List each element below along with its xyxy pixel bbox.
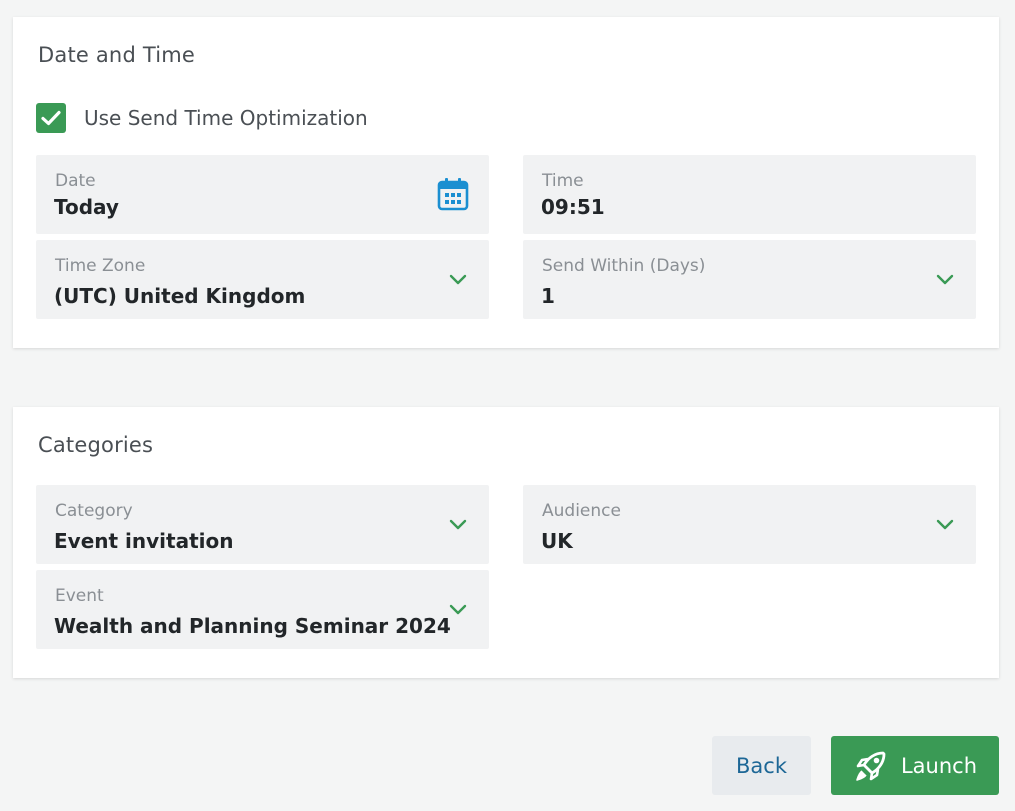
checkmark-icon <box>41 110 61 126</box>
date-time-section: Date and Time Use Send Time Optimization… <box>13 17 999 348</box>
chevron-down-icon <box>449 604 467 615</box>
time-zone-select[interactable]: Time Zone (UTC) United Kingdom <box>36 240 489 319</box>
section-title-categories: Categories <box>38 433 154 457</box>
send-time-optimization-checkbox[interactable] <box>36 103 66 133</box>
event-label: Event <box>55 586 104 606</box>
send-time-optimization-row[interactable]: Use Send Time Optimization <box>36 103 368 133</box>
time-zone-label: Time Zone <box>55 256 146 276</box>
send-within-days-select[interactable]: Send Within (Days) 1 <box>523 240 976 319</box>
categories-section: Categories Category Event invitation Aud… <box>13 407 999 678</box>
chevron-down-icon <box>936 274 954 285</box>
time-value: 09:51 <box>541 195 605 219</box>
audience-label: Audience <box>542 501 621 521</box>
audience-select[interactable]: Audience UK <box>523 485 976 564</box>
category-label: Category <box>55 501 133 521</box>
audience-value: UK <box>541 529 573 553</box>
rocket-icon <box>856 751 886 781</box>
time-label: Time <box>542 171 584 191</box>
time-zone-value: (UTC) United Kingdom <box>54 284 306 308</box>
send-time-optimization-label: Use Send Time Optimization <box>84 106 368 130</box>
launch-label: Launch <box>900 753 978 778</box>
date-field[interactable]: Date Today <box>36 155 489 234</box>
event-select[interactable]: Event Wealth and Planning Seminar 2024 <box>36 570 489 649</box>
chevron-down-icon <box>936 519 954 530</box>
date-label: Date <box>55 171 96 191</box>
launch-button[interactable]: Launch <box>831 736 999 795</box>
time-field[interactable]: Time 09:51 <box>523 155 976 234</box>
date-value: Today <box>54 195 119 219</box>
section-title-date-time: Date and Time <box>38 43 196 67</box>
event-value: Wealth and Planning Seminar 2024 <box>54 614 451 638</box>
back-button[interactable]: Back <box>712 736 811 795</box>
send-within-days-value: 1 <box>541 284 555 308</box>
calendar-icon[interactable] <box>437 177 469 211</box>
chevron-down-icon <box>449 519 467 530</box>
category-select[interactable]: Category Event invitation <box>36 485 489 564</box>
send-within-days-label: Send Within (Days) <box>542 256 706 276</box>
chevron-down-icon <box>449 274 467 285</box>
category-value: Event invitation <box>54 529 234 553</box>
